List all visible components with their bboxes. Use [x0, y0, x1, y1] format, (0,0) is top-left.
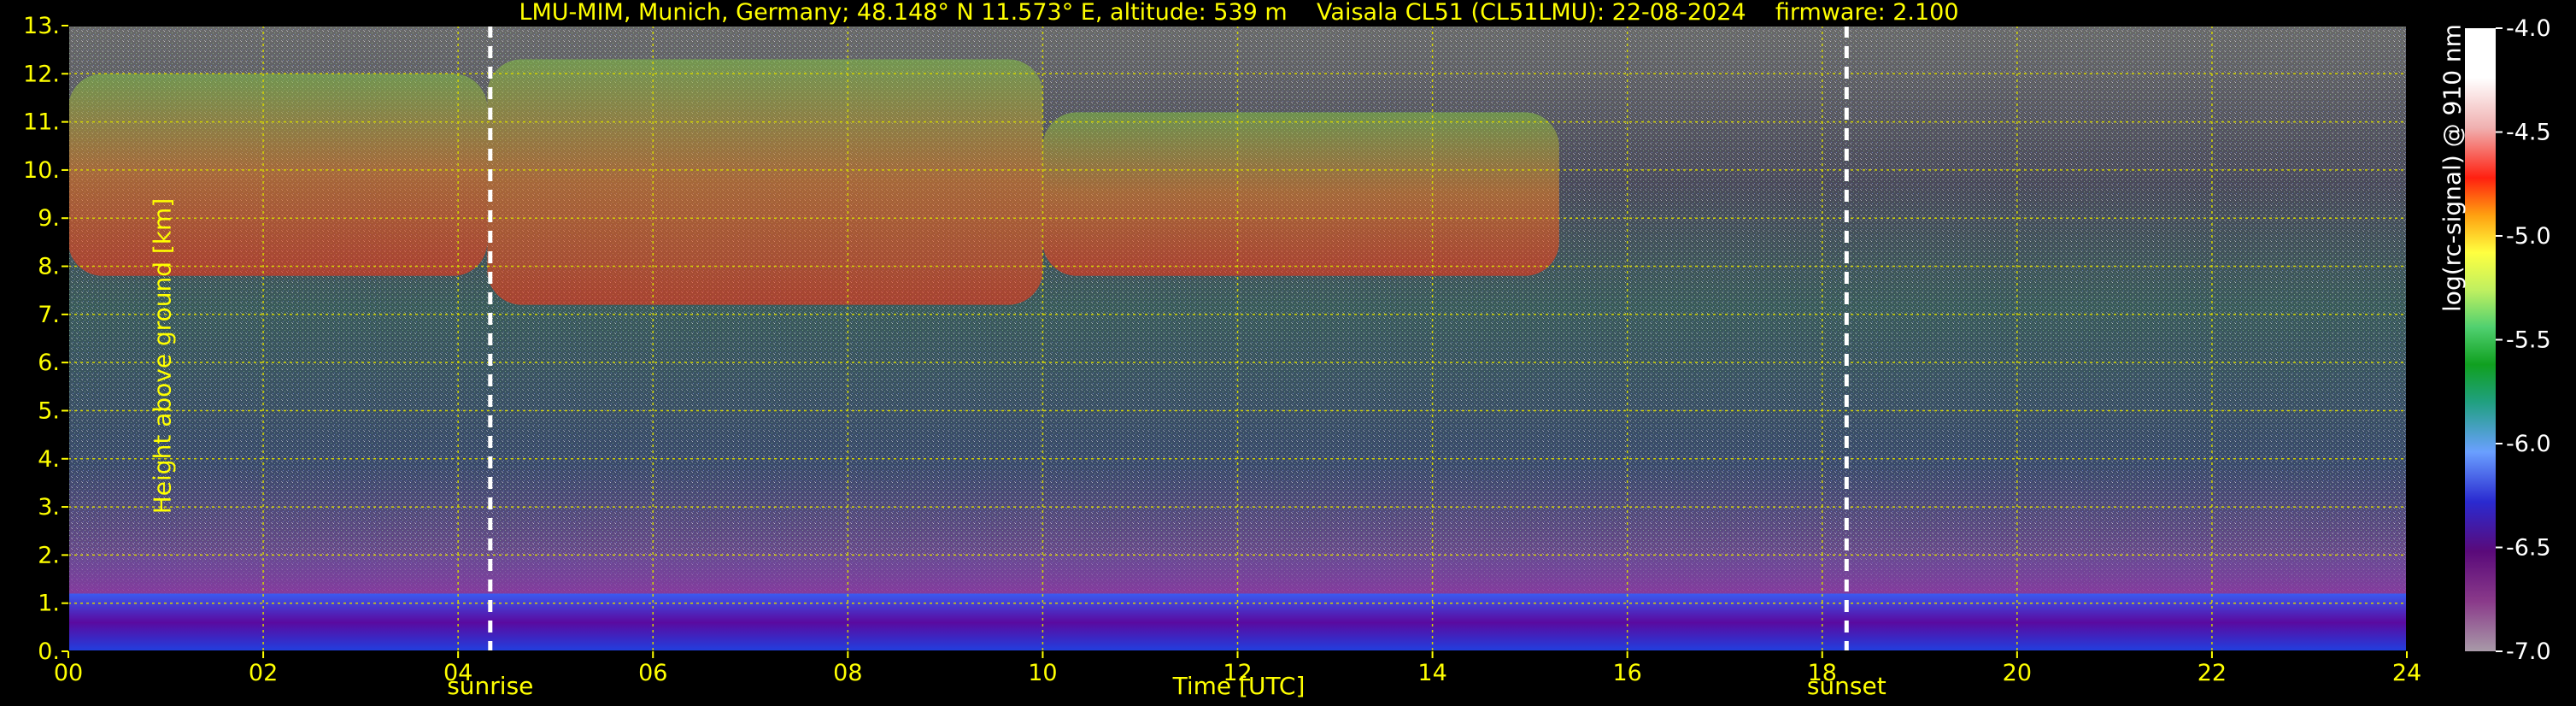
layer-residual-aerosol-layer-1 [68, 555, 2407, 594]
x-tick-label: 24 [2392, 660, 2421, 686]
y-tick-label: 7. [38, 302, 60, 328]
x-tick-label: 20 [2003, 660, 2032, 686]
y-axis-label: Height above ground [km] [148, 197, 177, 515]
y-tick-label: 0. [38, 638, 60, 665]
chart-title: LMU-MIM, Munich, Germany; 48.148° N 11.5… [519, 0, 1959, 26]
x-tick-label: 16 [1612, 660, 1641, 686]
colorbar-tick-label: -4.5 [2506, 120, 2551, 146]
colorbar-ramp [2465, 28, 2496, 651]
x-tick-label: 08 [833, 660, 862, 686]
x-tick-label: 02 [249, 660, 278, 686]
y-tick-label: 6. [38, 350, 60, 376]
x-tick-label: 06 [638, 660, 667, 686]
colorbar-tick-label: -6.5 [2506, 535, 2551, 562]
y-tick-label: 2. [38, 542, 60, 568]
layer-cirrus-cloud-3 [487, 59, 1043, 305]
event-label-sunset: sunset [1806, 672, 1887, 700]
x-tick-label: 22 [2198, 660, 2227, 686]
y-tick-label: 9. [38, 205, 60, 232]
colorbar-tick-label: -5.0 [2506, 223, 2551, 250]
colorbar-tick-label: -4.0 [2506, 15, 2551, 42]
x-axis-label: Time [UTC] [1172, 672, 1306, 700]
y-tick-label: 11. [23, 109, 60, 136]
y-tick-label: 1. [38, 591, 60, 617]
y-tick-label: 12. [23, 61, 60, 87]
y-tick-label: 8. [38, 254, 60, 280]
colorbar-label: log(rc-signal) @ 910 nm [2438, 24, 2467, 312]
layer-cirrus-cloud-4 [1042, 112, 1559, 276]
colorbar-tick-label: -5.5 [2506, 327, 2551, 354]
y-tick-label: 5. [38, 397, 60, 424]
y-tick-label: 4. [38, 446, 60, 473]
layer-cirrus-cloud-2 [68, 74, 488, 276]
chart-svg: 00 02 04 06 08 10 12 14 16 18 20 22 240.1.2.3.4.5.6.… [23, 13, 2551, 686]
colorbar-tick-label: -7.0 [2506, 638, 2551, 665]
colorbar: -4.0 -4.5 -5.0 -5.5 -6.0 -6.5 -7.0 [2465, 15, 2551, 665]
y-tick-label: 3. [38, 494, 60, 521]
y-tick-label: 10. [23, 157, 60, 184]
event-label-sunrise: sunrise [447, 672, 534, 700]
colorbar-tick-label: -6.0 [2506, 431, 2551, 457]
